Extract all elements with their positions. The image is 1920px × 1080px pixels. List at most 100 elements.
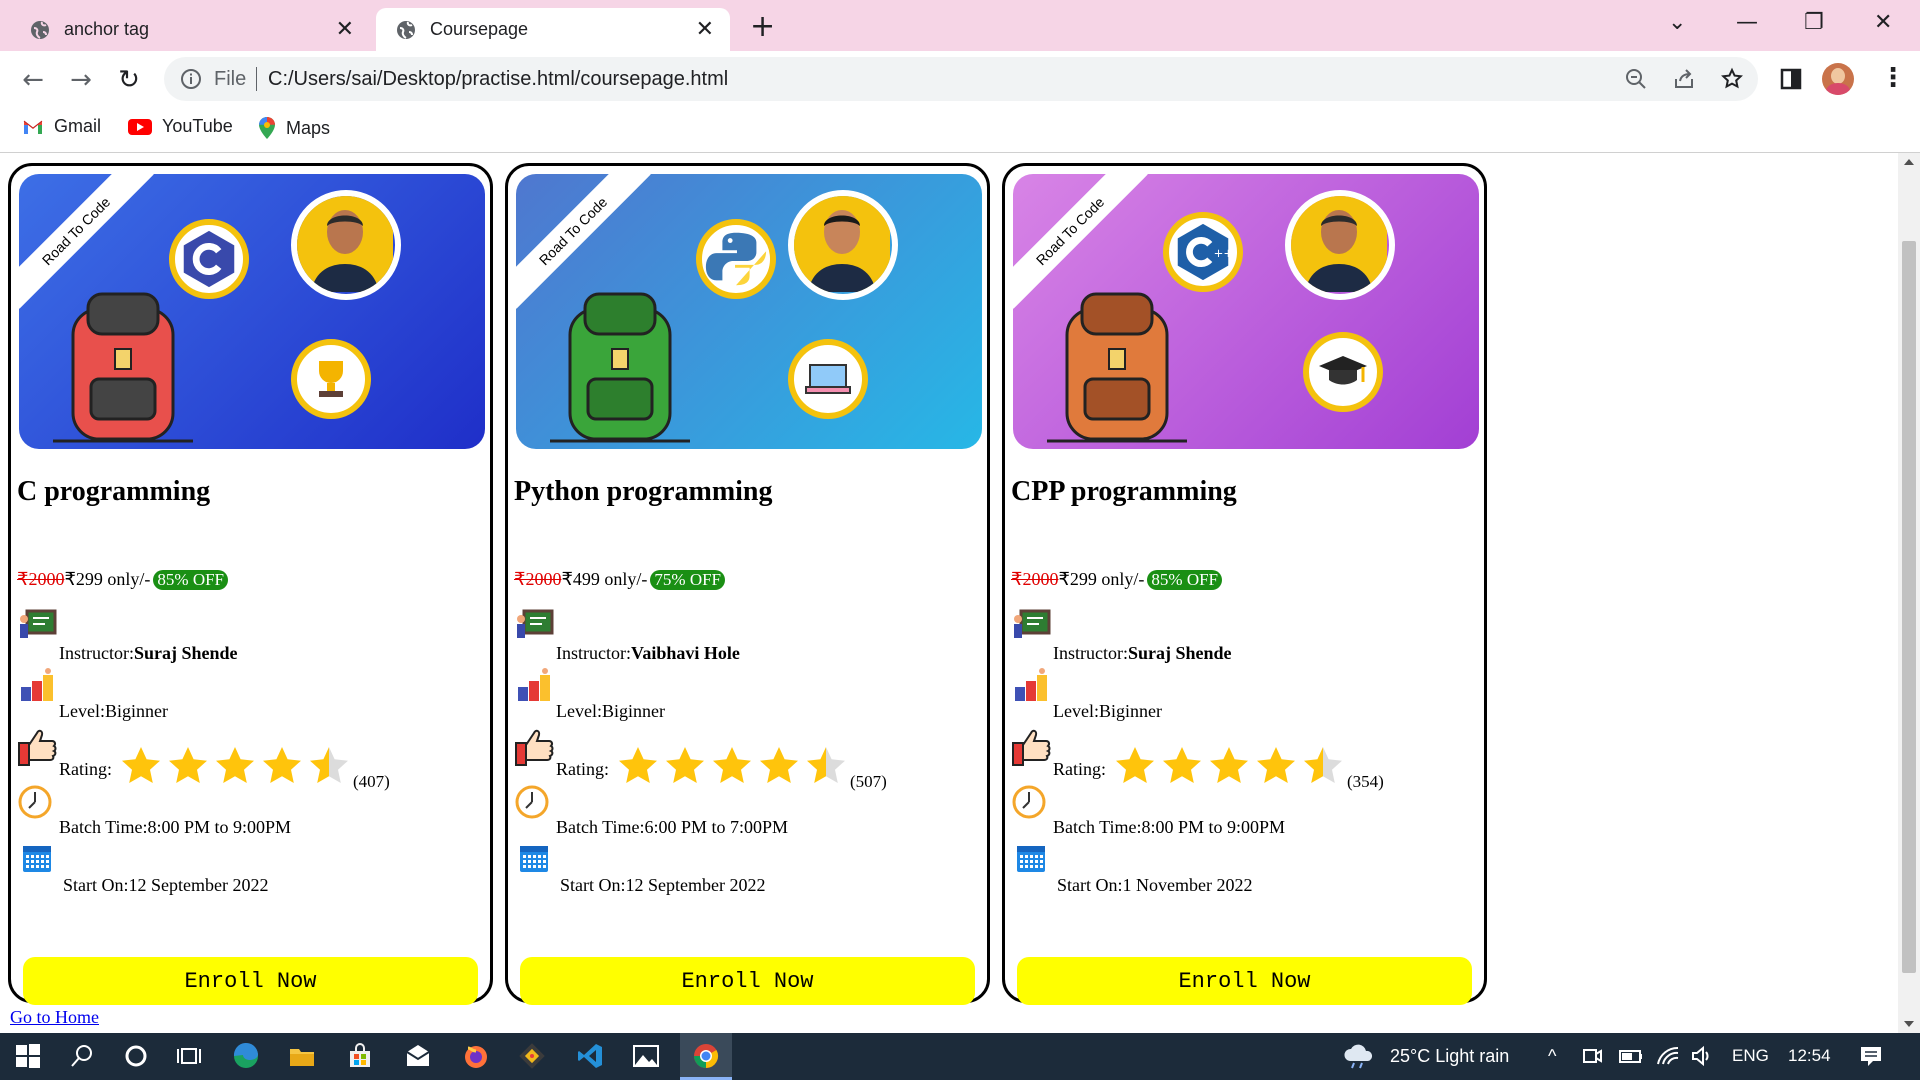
- info-icon[interactable]: [180, 68, 202, 90]
- firefox-icon[interactable]: [462, 1042, 490, 1070]
- minimize-icon[interactable]: —: [1736, 10, 1758, 35]
- tab-anchor-tag[interactable]: anchor tag ✕: [10, 8, 370, 51]
- close-tab-icon[interactable]: ✕: [336, 18, 354, 40]
- rating-star-icon: [619, 747, 657, 783]
- level-icon: [518, 668, 550, 701]
- weather-cloud-icon[interactable]: [1342, 1041, 1378, 1069]
- weather-text[interactable]: 25°C Light rain: [1390, 1046, 1509, 1067]
- calendar-icon-wrap: [1015, 842, 1047, 878]
- scroll-up-icon[interactable]: [1904, 159, 1914, 165]
- bookmark-label: YouTube: [162, 116, 233, 136]
- level-text: Level:Biginner: [1053, 701, 1162, 721]
- address-bar[interactable]: File C:/Users/sai/Desktop/practise.html/…: [164, 57, 1758, 101]
- url-text[interactable]: C:/Users/sai/Desktop/practise.html/cours…: [268, 68, 728, 91]
- rating-star-icon: [1210, 747, 1248, 783]
- bookmark-label: Gmail: [54, 116, 102, 136]
- instructor-icon-wrap: [514, 609, 554, 647]
- volume-icon[interactable]: [1690, 1044, 1714, 1068]
- tab-search-icon[interactable]: ⌄: [1668, 10, 1686, 35]
- instructor-name: Suraj Shende: [133, 643, 238, 663]
- course-banner: Road To Code: [516, 174, 982, 449]
- instructor-icon-wrap: [1011, 609, 1051, 647]
- clock-icon-wrap: [1011, 784, 1047, 824]
- close-window-icon[interactable]: ✕: [1874, 10, 1892, 35]
- course-card: ++ Road To Code CPP programming ₹2000 ₹29…: [1002, 163, 1487, 1005]
- share-icon[interactable]: [1672, 67, 1696, 91]
- new-tab-icon[interactable]: +: [750, 9, 775, 44]
- language-logo-icon: [169, 219, 249, 299]
- clock-icon-wrap: [514, 784, 550, 824]
- instructor-label: Instructor:: [59, 643, 134, 663]
- tab-coursepage[interactable]: Coursepage ✕: [376, 8, 730, 51]
- back-icon[interactable]: ←: [18, 65, 48, 95]
- rating-label: Rating:: [1053, 759, 1106, 779]
- enroll-now-button[interactable]: Enroll Now: [23, 957, 478, 1005]
- clock-icon: [515, 785, 549, 819]
- chrome-taskbar-button[interactable]: [680, 1033, 732, 1080]
- search-icon[interactable]: [68, 1042, 96, 1070]
- vscode-icon[interactable]: [576, 1042, 604, 1070]
- instructor-photo: [291, 190, 401, 300]
- chevron-up-icon[interactable]: ^: [1548, 1046, 1556, 1067]
- thumbs-up-icon: [18, 729, 57, 766]
- start-date: Start On:12 September 2022: [560, 875, 766, 895]
- bookmark-label: Maps: [286, 117, 331, 138]
- thumbs-up-icon: [515, 729, 554, 766]
- windows-start-icon[interactable]: [14, 1042, 42, 1070]
- globe-icon: [397, 20, 415, 39]
- clock[interactable]: 12:54: [1788, 1046, 1831, 1066]
- calendar-icon-wrap: [21, 842, 53, 878]
- rating-star-icon: [1257, 747, 1295, 783]
- backpack-illustration: [550, 292, 690, 443]
- review-count: (507): [850, 772, 887, 791]
- language-indicator[interactable]: ENG: [1732, 1046, 1769, 1066]
- go-to-home-link[interactable]: Go to Home: [10, 1007, 99, 1028]
- mail-icon[interactable]: [404, 1042, 432, 1070]
- instructor-icon-wrap: [17, 609, 57, 647]
- bookmark-youtube[interactable]: YouTube: [128, 116, 233, 137]
- rating-star-icon: [263, 747, 301, 783]
- bookmark-maps[interactable]: Maps: [258, 116, 330, 140]
- cortana-icon[interactable]: [122, 1042, 150, 1070]
- course-title: Python programming: [514, 476, 773, 507]
- close-tab-icon[interactable]: ✕: [696, 18, 714, 40]
- rating-star-icon: [169, 747, 207, 783]
- page-scrollbar[interactable]: [1898, 153, 1920, 1033]
- menu-icon[interactable]: ⋮: [1880, 63, 1906, 93]
- meet-now-icon[interactable]: [1580, 1044, 1604, 1068]
- wifi-icon[interactable]: [1656, 1044, 1680, 1068]
- zoom-icon[interactable]: [1624, 67, 1648, 91]
- git-icon[interactable]: [518, 1042, 546, 1070]
- forward-icon[interactable]: →: [66, 65, 96, 95]
- clock-icon: [1012, 785, 1046, 819]
- task-view-icon[interactable]: [176, 1042, 204, 1070]
- photos-icon[interactable]: [632, 1042, 660, 1070]
- bookmark-gmail[interactable]: Gmail: [22, 116, 101, 137]
- side-panel-icon[interactable]: [1780, 68, 1802, 90]
- edge-icon[interactable]: [232, 1042, 260, 1070]
- rating-star-icon: [666, 747, 704, 783]
- restore-icon[interactable]: ❐: [1804, 10, 1824, 35]
- page-content: Road To Code C programming ₹2000 ₹299 on…: [0, 153, 1898, 1033]
- bookmark-star-icon[interactable]: [1720, 67, 1744, 91]
- battery-icon[interactable]: [1618, 1044, 1644, 1068]
- scrollbar-thumb[interactable]: [1902, 241, 1916, 973]
- rating-star-icon: [713, 747, 751, 783]
- language-logo-icon: ++: [1163, 212, 1243, 292]
- file-explorer-icon[interactable]: [288, 1042, 316, 1070]
- reload-icon[interactable]: ↻: [114, 65, 144, 95]
- current-price: ₹299 only/-: [64, 569, 151, 589]
- enroll-now-button[interactable]: Enroll Now: [520, 957, 975, 1005]
- calendar-icon: [23, 846, 51, 872]
- course-price: ₹2000 ₹499 only/- 75% OFF: [514, 569, 726, 590]
- enroll-now-button[interactable]: Enroll Now: [1017, 957, 1472, 1005]
- store-icon[interactable]: [346, 1042, 374, 1070]
- avatar[interactable]: [1822, 63, 1854, 95]
- old-price: ₹2000: [1011, 569, 1059, 589]
- instructor-name: Vaibhavi Hole: [630, 643, 740, 663]
- instructor-photo: [1285, 190, 1395, 300]
- scroll-down-icon[interactable]: [1904, 1021, 1914, 1027]
- review-count: (407): [353, 772, 390, 791]
- rating-stars: [1115, 746, 1350, 784]
- notifications-icon[interactable]: [1858, 1044, 1884, 1068]
